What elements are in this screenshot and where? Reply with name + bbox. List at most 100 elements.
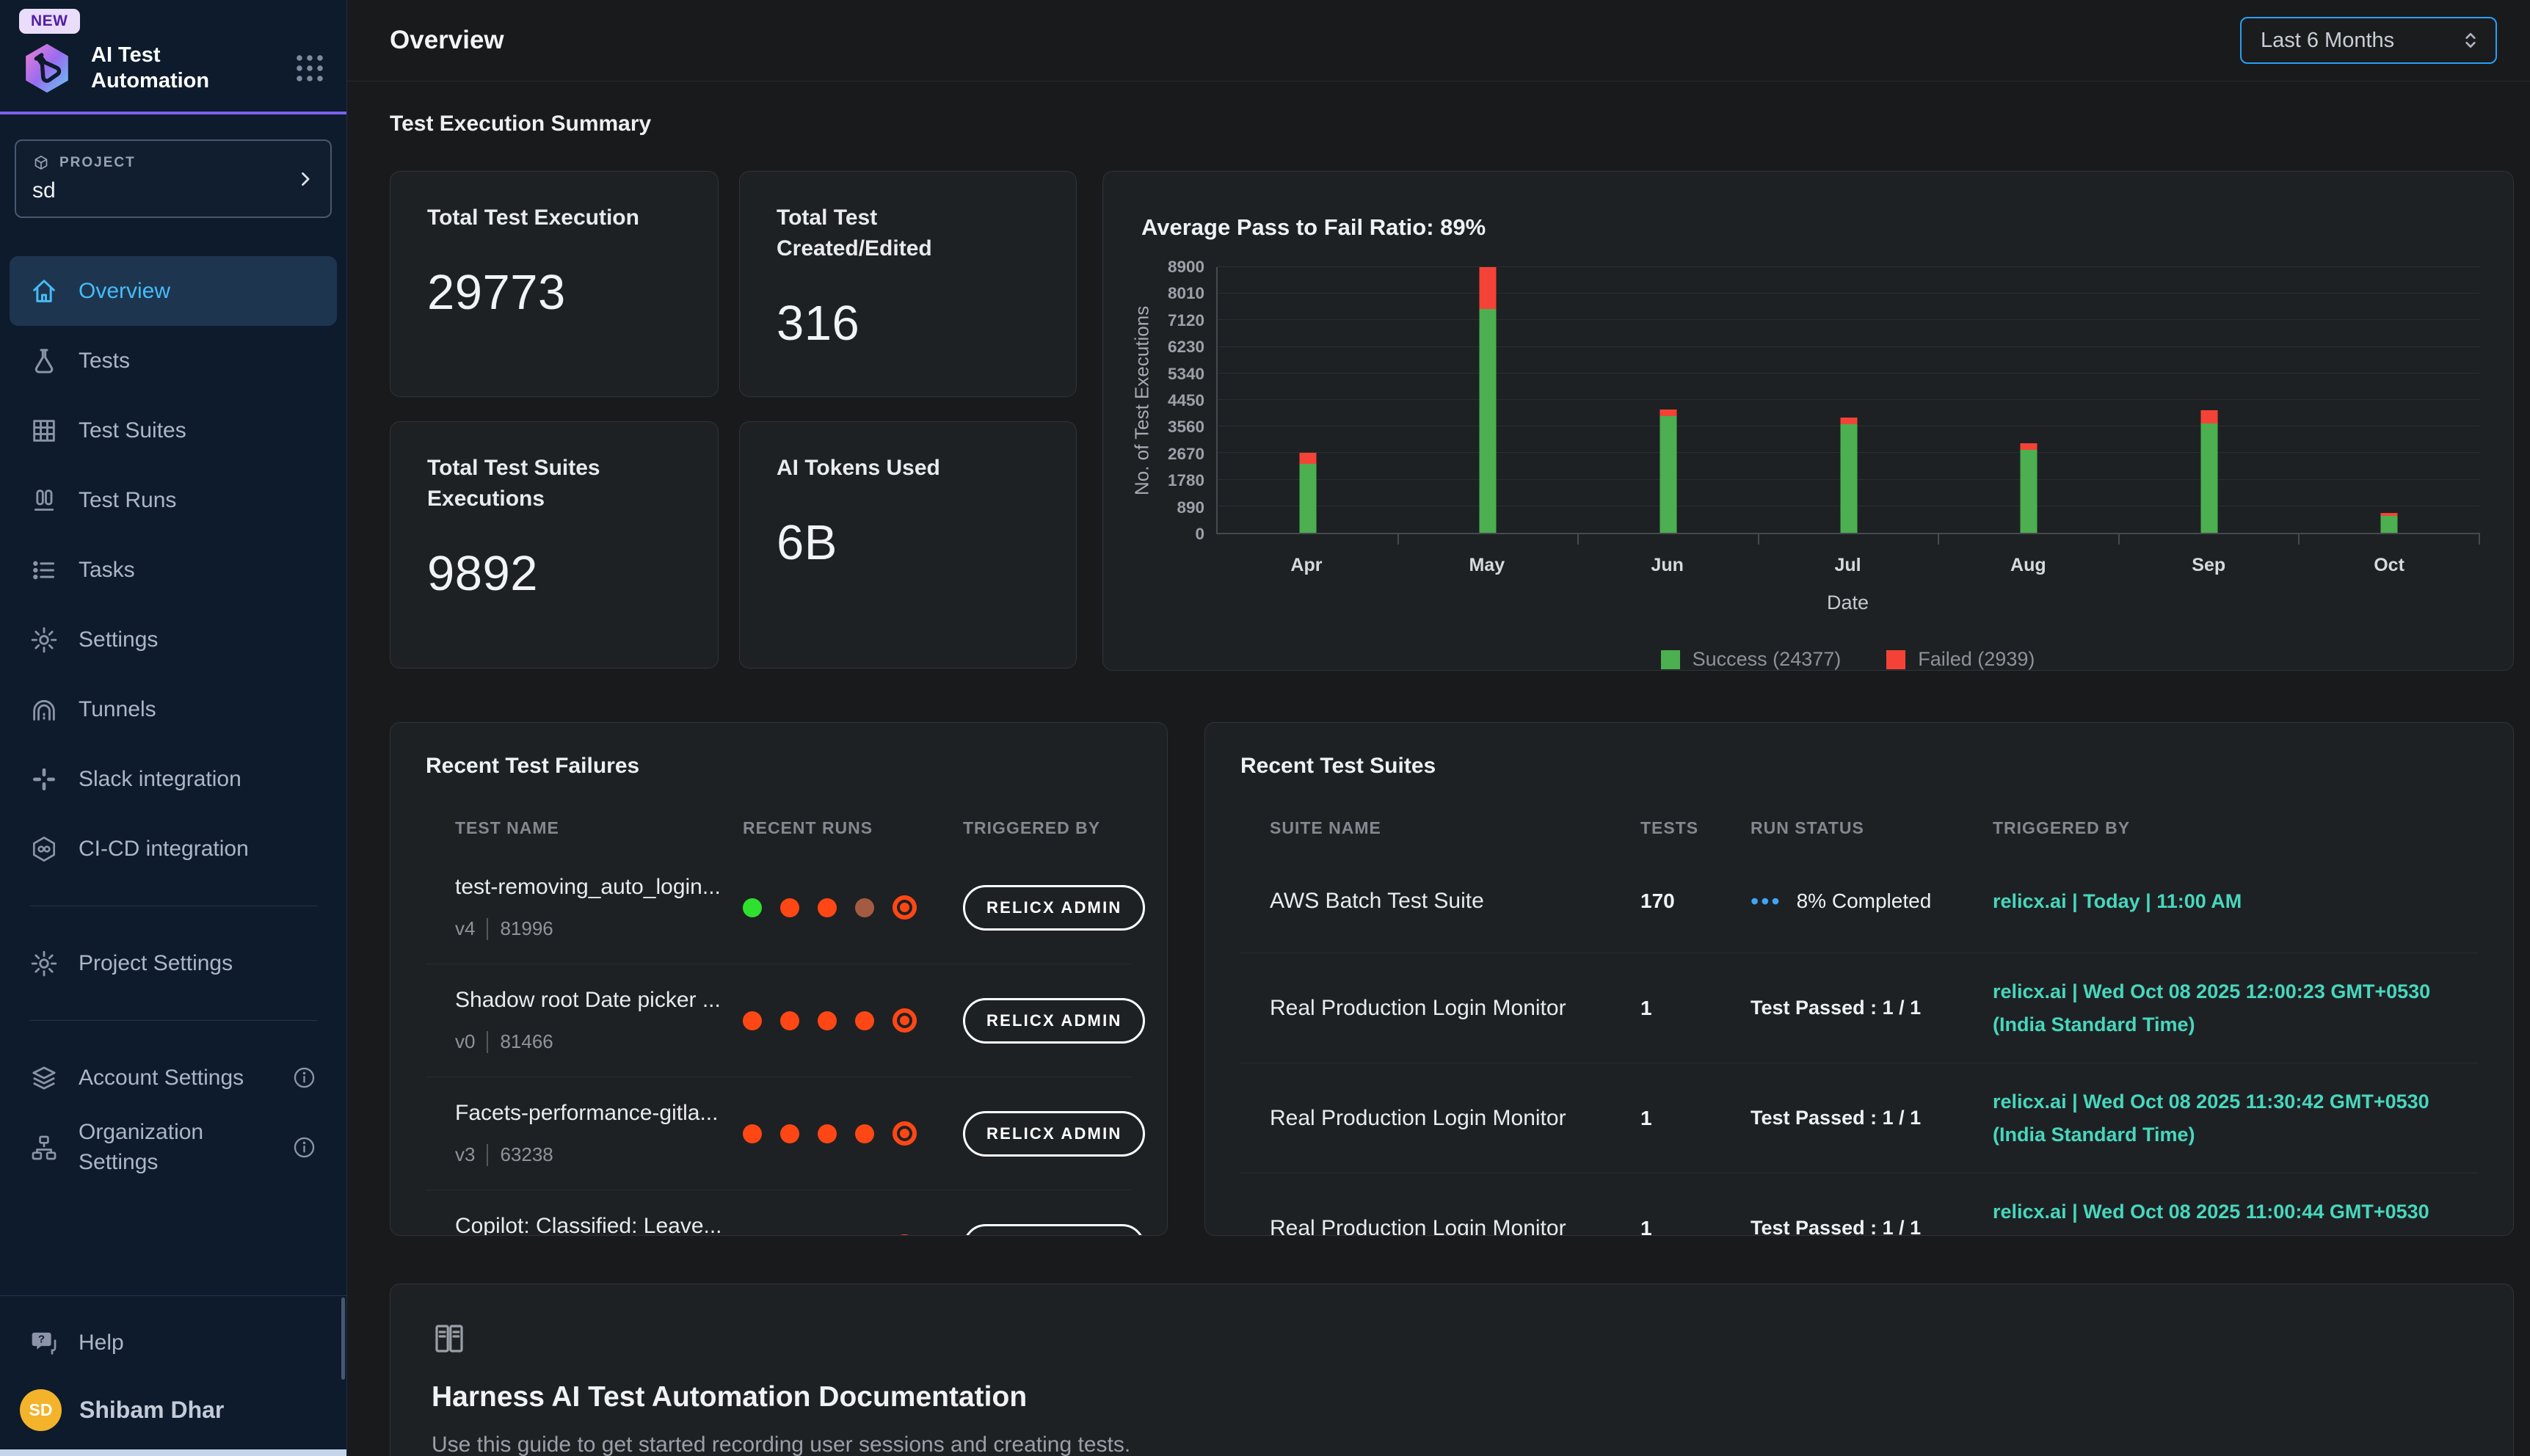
table-row[interactable]: test-removing_auto_login... v481996 RELI… (426, 851, 1132, 964)
docs-title: Harness AI Test Automation Documentation (432, 1381, 2472, 1413)
bar-success-segment (1480, 309, 1497, 533)
sidebar-item-tests[interactable]: Tests (10, 326, 337, 396)
sidebar-item-label: Tests (79, 349, 130, 374)
run-dot-red-icon (780, 1124, 799, 1143)
table-row[interactable]: Facets-performance-gitla... v363238 RELI… (426, 1077, 1132, 1190)
bar-jun (1660, 267, 1676, 533)
suite-tests: 1 (1640, 1217, 1751, 1236)
column-header: TESTS (1640, 818, 1751, 838)
triggered-by-button[interactable]: RELICX ADMIN (963, 885, 1145, 931)
suite-name[interactable]: Real Production Login Monitor (1270, 996, 1640, 1021)
date-range-select[interactable]: Last 6 Months (2240, 17, 2497, 64)
x-labels: AprMayJunJulAugSepOct (1216, 534, 2479, 580)
table-row[interactable]: Copilot: Classified: Leave... v663129 RE… (426, 1190, 1132, 1236)
project-selector[interactable]: PROJECT sd (15, 139, 332, 218)
test-name[interactable]: Facets-performance-gitla... (455, 1101, 743, 1126)
y-tick-label: 7120 (1168, 311, 1204, 330)
test-name[interactable]: Copilot: Classified: Leave... (455, 1214, 743, 1236)
recent-runs (743, 1234, 963, 1236)
new-badge: NEW (19, 9, 80, 34)
app-title: AI Test Automation (91, 43, 232, 95)
bar-success-segment (1660, 416, 1676, 533)
sidebar-item-label: Project Settings (79, 951, 233, 976)
column-header: RUN STATUS (1751, 818, 1993, 838)
y-axis-label: No. of Test Executions (1130, 267, 1155, 534)
sidebar-item-help[interactable]: ? Help (10, 1308, 337, 1377)
suite-name[interactable]: Real Production Login Monitor (1270, 1216, 1640, 1236)
stat-card-total-suite-executions: Total Test Suites Executions 9892 (390, 421, 719, 669)
recent-runs (743, 1008, 963, 1033)
column-header: TRIGGERED BY (963, 818, 1102, 838)
triggered-by[interactable]: relicx.ai | Wed Oct 08 2025 11:30:42 GMT… (1993, 1085, 2449, 1151)
app-logo-icon (19, 40, 75, 97)
triggered-by-button[interactable]: RELICX ADMIN (963, 1224, 1145, 1237)
sidebar-item-account-settings[interactable]: Account Settings (10, 1043, 337, 1113)
triggered-by-button[interactable]: RELICX ADMIN (963, 998, 1145, 1044)
stat-value: 316 (777, 295, 1039, 352)
stat-value: 9892 (427, 545, 681, 602)
bar-success-segment (2200, 423, 2217, 533)
info-icon[interactable] (291, 1065, 317, 1091)
triggered-by[interactable]: relicx.ai | Today | 11:00 AM (1993, 885, 2449, 918)
triggered-by[interactable]: relicx.ai | Wed Oct 08 2025 11:00:44 GMT… (1993, 1195, 2449, 1236)
test-version: v4 (455, 917, 475, 940)
x-tick-label: Jun (1651, 555, 1683, 576)
run-dot-red-icon (780, 1011, 799, 1030)
y-tick-label: 4450 (1168, 391, 1204, 410)
sidebar-item-label: Tasks (79, 558, 135, 583)
triggered-by[interactable]: relicx.ai | Wed Oct 08 2025 12:00:23 GMT… (1993, 975, 2449, 1041)
bottom-scrollbar-strip[interactable] (0, 1449, 346, 1456)
y-tick-label: 6230 (1168, 338, 1204, 357)
sidebar-item-label: Account Settings (79, 1066, 244, 1091)
run-dot-red-icon (780, 898, 799, 917)
suite-tests: 1 (1640, 1107, 1751, 1130)
bar-apr (1299, 267, 1316, 533)
sidebar-item-tunnels[interactable]: Tunnels (10, 674, 337, 744)
column-header: TEST NAME (455, 818, 743, 838)
legend-item-success: Success (24377) (1661, 648, 1842, 671)
suite-name[interactable]: AWS Batch Test Suite (1270, 889, 1640, 914)
info-icon[interactable] (291, 1135, 317, 1160)
bar-failed-segment (1299, 453, 1316, 464)
sidebar-item-overview[interactable]: Overview (10, 256, 337, 326)
sidebar-item-label: Test Suites (79, 418, 186, 443)
sidebar-item-organization-settings[interactable]: Organization Settings (10, 1113, 337, 1182)
sidebar-item-slack-integration[interactable]: Slack integration (10, 744, 337, 814)
sidebar-item-tasks[interactable]: Tasks (10, 535, 337, 605)
legend-item-failed: Failed (2939) (1886, 648, 2035, 671)
test-name[interactable]: Shadow root Date picker ... (455, 988, 743, 1013)
layers-icon (29, 1063, 59, 1093)
table-row[interactable]: AWS Batch Test Suite 170 ••• 8% Complete… (1240, 850, 2478, 953)
table-row[interactable]: Real Production Login Monitor 1 Test Pas… (1240, 1173, 2478, 1236)
sidebar-item-test-suites[interactable]: Test Suites (10, 396, 337, 465)
suite-name[interactable]: Real Production Login Monitor (1270, 1106, 1640, 1131)
x-tick-label: Aug (2010, 555, 2046, 576)
sidebar-item-label: Tunnels (79, 697, 156, 722)
divider (487, 1144, 488, 1166)
suite-tests: 170 (1640, 889, 1751, 913)
chart-plot (1216, 267, 2479, 534)
x-tick-label: Sep (2192, 555, 2225, 576)
docs-description: Use this guide to get started recording … (432, 1433, 2472, 1456)
table-row[interactable]: Real Production Login Monitor 1 Test Pas… (1240, 1063, 2478, 1173)
test-name[interactable]: test-removing_auto_login... (455, 875, 743, 900)
sidebar-item-settings[interactable]: Settings (10, 605, 337, 674)
run-dot-brown-icon (855, 898, 874, 917)
tunnel-icon (29, 695, 59, 724)
failures-header-row: TEST NAME RECENT RUNS TRIGGERED BY (426, 818, 1132, 838)
app-grid-icon[interactable] (292, 51, 327, 86)
run-dot-red-icon (743, 1011, 762, 1030)
table-row[interactable]: Shadow root Date picker ... v081466 RELI… (426, 964, 1132, 1077)
table-row[interactable]: Real Production Login Monitor 1 Test Pas… (1240, 953, 2478, 1063)
sidebar-item-project-settings[interactable]: Project Settings (10, 928, 337, 998)
pass-fail-chart-card: Average Pass to Fail Ratio: 89% No. of T… (1102, 171, 2514, 671)
stat-cards: Total Test Execution 29773 Total Test Cr… (390, 171, 1077, 669)
user-menu[interactable]: SD Shibam Dhar (10, 1377, 337, 1456)
page-title: Overview (390, 26, 504, 55)
main-content: Overview Last 6 Months Test Execution Su… (347, 0, 2530, 1456)
sidebar-scrollbar[interactable] (341, 1297, 345, 1380)
sidebar-item-test-runs[interactable]: Test Runs (10, 465, 337, 535)
sidebar-item-cicd-integration[interactable]: CI-CD integration (10, 814, 337, 884)
triggered-by-button[interactable]: RELICX ADMIN (963, 1111, 1145, 1157)
date-range-value: Last 6 Months (2261, 29, 2394, 53)
